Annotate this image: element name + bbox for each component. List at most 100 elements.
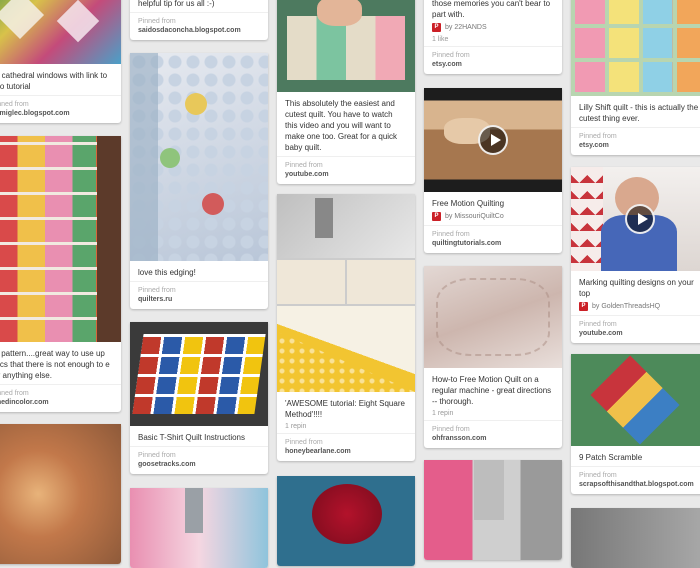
- pin-description: Lilly Shift quilt - this is actually the…: [579, 103, 699, 123]
- pin-source[interactable]: Pinned from goosetracks.com: [130, 446, 268, 474]
- pin-source-domain[interactable]: scrapsofthisandthat.blogspot.com: [579, 480, 700, 489]
- pin-image[interactable]: [571, 167, 700, 271]
- repin-count: 1 repin: [285, 423, 307, 430]
- pin-source[interactable]: Pinned from scrapsofthisandthat.blogspot…: [571, 466, 700, 494]
- pin-image[interactable]: [424, 88, 562, 192]
- pin-source-domain[interactable]: youtube.com: [285, 170, 407, 179]
- pin-source-domain[interactable]: quiltingtutorials.com: [432, 239, 554, 248]
- pinned-from-label: Pinned from: [285, 439, 323, 446]
- pin-image[interactable]: [571, 354, 700, 446]
- pin-source[interactable]: Pinned from saidosdaconcha.blogspot.com: [130, 12, 268, 40]
- pin-source-domain[interactable]: ohfransson.com: [432, 434, 554, 443]
- pin-image[interactable]: [130, 488, 268, 568]
- pin-image[interactable]: [571, 508, 700, 568]
- pin-card[interactable]: helpful tip for us all :-) Pinned from s…: [130, 0, 268, 40]
- pin-source[interactable]: Pinned from youtube.com: [277, 156, 415, 184]
- pin-card[interactable]: This absolutely the easiest and cutest q…: [277, 0, 415, 184]
- play-button-icon[interactable]: [625, 204, 655, 234]
- pin-source[interactable]: Pinned from quilters.ru: [130, 281, 268, 309]
- pin-source[interactable]: Pinned from quiltingtutorials.com: [424, 225, 562, 253]
- repin-count: 1 repin: [432, 410, 454, 417]
- pin-image[interactable]: [424, 266, 562, 368]
- pin-card[interactable]: How-to Free Motion Quilt on a regular ma…: [424, 266, 562, 448]
- pin-card[interactable]: 9 Patch Scramble Pinned from scrapsofthi…: [571, 354, 700, 494]
- pin-description: ax cathedral windows with link to deo tu…: [0, 71, 108, 91]
- pin-image[interactable]: [277, 194, 415, 392]
- pin-card[interactable]: [277, 476, 415, 566]
- pinned-from-label: Pinned from: [579, 133, 617, 140]
- pin-card[interactable]: ax cathedral windows with link to deo tu…: [0, 0, 121, 123]
- pinned-from-label: Pinned from: [432, 231, 470, 238]
- pin-description: This absolutely the easiest and cutest q…: [285, 99, 398, 152]
- like-count: 1 like: [432, 36, 449, 43]
- pin-user-name[interactable]: by GoldenThreadsHQ: [592, 303, 660, 310]
- pin-description: 9 Patch Scramble: [579, 453, 643, 462]
- pin-user-name[interactable]: by MissouriQuiltCo: [445, 213, 504, 220]
- pin-source[interactable]: Pinned from youtube.com: [571, 315, 700, 343]
- pinned-from-label: Pinned from: [138, 452, 176, 459]
- pin-image[interactable]: [424, 460, 562, 560]
- pin-source-domain[interactable]: saidosdaconcha.blogspot.com: [138, 26, 260, 35]
- pin-source-domain[interactable]: youtube.com: [579, 329, 700, 338]
- pin-image[interactable]: [130, 322, 268, 426]
- pin-description: ck pattern....great way to use up brics …: [0, 349, 110, 380]
- pin-user-name[interactable]: by 22HANDS: [445, 24, 487, 31]
- pin-description: Free Motion Quilting: [432, 199, 505, 208]
- pin-user[interactable]: P by MissouriQuiltCo: [424, 212, 562, 225]
- pin-image[interactable]: [277, 476, 415, 566]
- pinterest-user-icon: P: [432, 212, 441, 221]
- pinned-from-label: Pinned from: [138, 18, 176, 25]
- pin-description: Basic T-Shirt Quilt Instructions: [138, 433, 245, 442]
- play-button-icon[interactable]: [478, 125, 508, 155]
- pinned-from-label: Pinned from: [0, 390, 29, 397]
- pin-image[interactable]: [0, 136, 121, 342]
- pinned-from-label: Pinned from: [432, 52, 470, 59]
- pinterest-user-icon: P: [432, 23, 441, 32]
- pin-description: 'AWESOME tutorial: Eight Square Method'!…: [285, 399, 405, 419]
- pinned-from-label: Pinned from: [138, 287, 176, 294]
- pin-card[interactable]: Marking quilting designs on your top P b…: [571, 167, 700, 343]
- pin-description: helpful tip for us all :-): [138, 0, 215, 8]
- pin-card[interactable]: those memories you can't bear to part wi…: [424, 0, 562, 74]
- pin-card[interactable]: [0, 424, 121, 564]
- pin-card[interactable]: ck pattern....great way to use up brics …: [0, 136, 121, 412]
- pin-source-domain[interactable]: nomiglec.blogspot.com: [0, 109, 113, 118]
- pin-source-domain[interactable]: honeybearlane.com: [285, 447, 407, 456]
- pin-description: Marking quilting designs on your top: [579, 278, 694, 298]
- pin-image[interactable]: [0, 0, 121, 64]
- pin-source[interactable]: Pinned from ichedincolor.com: [0, 384, 121, 412]
- pin-source-domain[interactable]: goosetracks.com: [138, 460, 260, 469]
- pinned-from-label: Pinned from: [0, 101, 29, 108]
- pin-source-domain[interactable]: etsy.com: [579, 141, 700, 150]
- pinned-from-label: Pinned from: [579, 472, 617, 479]
- pin-source-domain[interactable]: ichedincolor.com: [0, 398, 113, 407]
- pin-card[interactable]: love this edging! Pinned from quilters.r…: [130, 53, 268, 309]
- pin-source-domain[interactable]: quilters.ru: [138, 295, 260, 304]
- pin-source[interactable]: Pinned from etsy.com: [571, 127, 700, 155]
- pin-card[interactable]: Lilly Shift quilt - this is actually the…: [571, 0, 700, 155]
- pin-user[interactable]: P by GoldenThreadsHQ: [571, 302, 700, 315]
- pin-card[interactable]: Free Motion Quilting P by MissouriQuiltC…: [424, 88, 562, 253]
- pin-card[interactable]: [130, 488, 268, 568]
- pin-description: How-to Free Motion Quilt on a regular ma…: [432, 375, 552, 406]
- pinned-from-label: Pinned from: [579, 321, 617, 328]
- pin-user[interactable]: P by 22HANDS: [424, 23, 562, 36]
- pin-description: love this edging!: [138, 268, 196, 277]
- pin-source[interactable]: Pinned from nomiglec.blogspot.com: [0, 95, 121, 123]
- pin-card[interactable]: Basic T-Shirt Quilt Instructions Pinned …: [130, 322, 268, 474]
- pinned-from-label: Pinned from: [285, 162, 323, 169]
- pin-image[interactable]: [130, 53, 268, 261]
- pin-source[interactable]: Pinned from etsy.com: [424, 46, 562, 74]
- pin-source-domain[interactable]: etsy.com: [432, 60, 554, 69]
- pinned-from-label: Pinned from: [432, 426, 470, 433]
- pin-description: those memories you can't bear to part wi…: [432, 0, 551, 19]
- pin-image[interactable]: [277, 0, 415, 92]
- pin-source[interactable]: Pinned from ohfransson.com: [424, 420, 562, 448]
- pin-card[interactable]: 'AWESOME tutorial: Eight Square Method'!…: [277, 194, 415, 461]
- pinterest-user-icon: P: [579, 302, 588, 311]
- pin-card[interactable]: [424, 460, 562, 560]
- pin-image[interactable]: [571, 0, 700, 96]
- pin-source[interactable]: Pinned from honeybearlane.com: [277, 433, 415, 461]
- pin-image[interactable]: [0, 424, 121, 564]
- pin-card[interactable]: [571, 508, 700, 568]
